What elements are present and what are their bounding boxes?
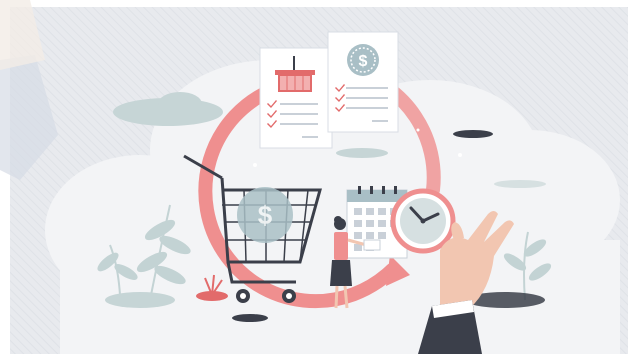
invoice-document: $ (327, 31, 399, 133)
clock-icon (390, 188, 456, 254)
svg-text:$: $ (359, 53, 368, 70)
subscription-illustration: $ $ (0, 0, 638, 354)
dollar-coin-icon: $ (347, 44, 379, 76)
svg-text:$: $ (258, 200, 273, 230)
shopping-list-document (259, 47, 333, 149)
ground-mound (105, 292, 175, 308)
